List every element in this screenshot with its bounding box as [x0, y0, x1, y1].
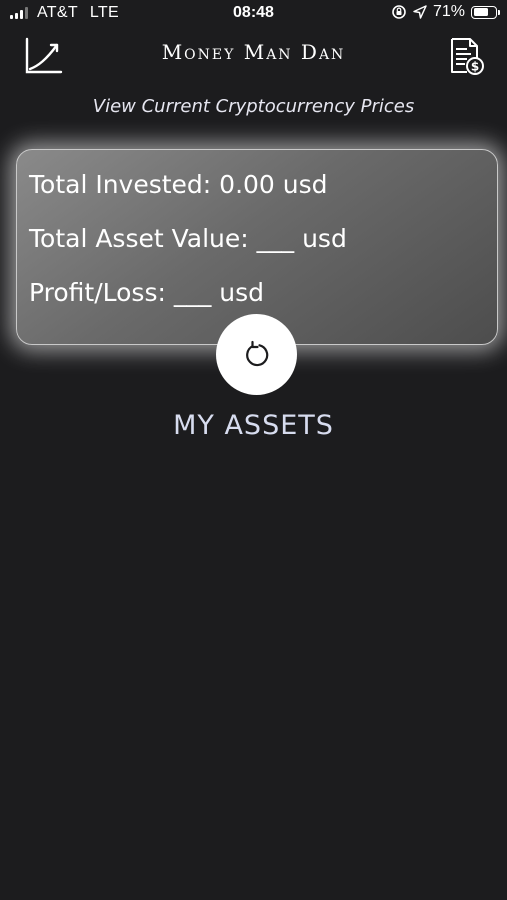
svg-text:$: $	[471, 60, 479, 74]
invoice-dollar-icon[interactable]: $	[447, 36, 487, 76]
orientation-lock-icon	[392, 5, 406, 19]
view-crypto-prices-link[interactable]: View Current Cryptocurrency Prices	[0, 96, 507, 117]
invoice-dollar-graphic: $	[451, 38, 484, 75]
battery-percent: 71%	[432, 3, 465, 20]
app-title: Money Man Dan	[161, 40, 346, 64]
total-asset-value-text: Total Asset Value: ___ usd	[29, 224, 347, 253]
my-assets-heading: MY ASSETS	[173, 410, 334, 441]
status-bar: AT&T LTE 08:48 71%	[0, 0, 507, 26]
refresh-icon	[245, 340, 268, 366]
battery-icon	[471, 5, 500, 19]
location-icon	[413, 5, 427, 19]
refresh-button[interactable]	[216, 314, 297, 395]
profit-loss-text: Profit/Loss: ___ usd	[29, 278, 265, 307]
app-screen: AT&T LTE 08:48 71% Money Man Dan $ View …	[0, 0, 507, 900]
status-right-group: 71%	[391, 3, 500, 21]
battery-level-fill	[473, 8, 488, 16]
total-invested-text: Total Invested: 0.00 usd	[29, 170, 328, 199]
